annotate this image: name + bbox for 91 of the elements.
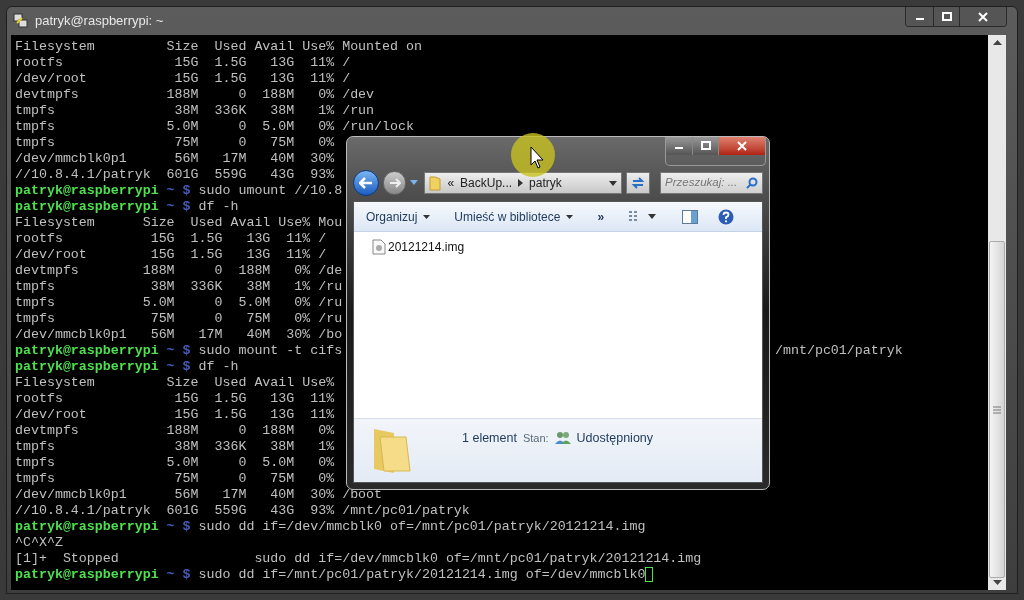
shell-prompt: patryk@raspberrypi ~ $ — [15, 519, 191, 535]
cursor-highlight-icon — [511, 133, 555, 177]
terminal-output: tmpfs 38M 336K 38M 1% — [15, 439, 335, 455]
shell-command: df -h — [197, 199, 239, 215]
terminal-output: tmpfs 38M 336K 38M 1% /run — [15, 103, 375, 119]
terminal-output: rootfs 15G 1.5G 13G 11% / — [15, 55, 351, 71]
window-title: patryk@raspberrypi: ~ — [35, 12, 164, 31]
scroll-down-icon[interactable] — [992, 580, 1002, 586]
shell-prompt: patryk@raspberrypi ~ $ — [15, 183, 191, 199]
shell-prompt: patryk@raspberrypi ~ $ — [15, 199, 191, 215]
terminal-app-icon — [13, 13, 29, 29]
terminal-output: devtmpfs 188M 0 188M 0% /dev — [15, 87, 375, 103]
terminal-output: tmpfs 5.0M 0 5.0M 0% /run/lock — [15, 119, 414, 135]
folder-icon — [429, 175, 442, 191]
shell-command: df -h — [197, 359, 239, 375]
forward-button[interactable] — [382, 171, 407, 195]
address-dropdown-icon[interactable] — [609, 180, 618, 186]
shell-prompt: patryk@raspberrypi ~ $ — [15, 359, 191, 375]
terminal-output: rootfs 15G 1.5G 13G 11% / — [15, 231, 327, 247]
search-placeholder: Przeszukaj: ... — [665, 175, 738, 191]
close-button[interactable] — [960, 7, 1006, 26]
scroll-up-icon[interactable] — [992, 39, 1002, 45]
breadcrumb-item[interactable]: patryk — [529, 174, 562, 192]
toolbar-menu-button[interactable]: Umieść w bibliotece — [454, 207, 574, 226]
back-arrow-icon — [358, 177, 373, 189]
item-count: 1 element — [462, 430, 517, 447]
view-dropdown-icon[interactable] — [648, 214, 657, 219]
status-label: Stan: — [522, 431, 549, 447]
file-icon — [372, 239, 386, 255]
terminal-output: Filesystem Size Used Avail Use% Mou — [15, 215, 343, 231]
maximize-button[interactable] — [693, 137, 719, 155]
terminal-output: ^C^X^Z — [15, 535, 63, 551]
shell-command: sudo umount //10.8 — [197, 183, 343, 199]
shell-command: sudo dd if=/dev/mmcblk0 of=/mnt/pc01/patryk/20121214.img — [197, 519, 646, 535]
terminal-output: Filesystem Size Used Avail Use% Mounted on — [15, 39, 422, 55]
forward-arrow-icon — [388, 178, 401, 188]
file-item[interactable]: 20121214.img — [372, 238, 465, 256]
breadcrumb-overflow[interactable]: « — [447, 174, 455, 192]
scrollbar[interactable] — [988, 35, 1006, 590]
search-icon[interactable] — [746, 177, 758, 189]
minimize-icon — [915, 17, 924, 20]
preview-pane-icon[interactable] — [682, 209, 699, 224]
terminal-output: tmpfs 75M 0 75M 0% — [15, 471, 335, 487]
scrollbar-thumb[interactable] — [989, 241, 1005, 578]
close-icon — [737, 141, 747, 151]
terminal-output: [1]+ Stopped sudo dd if=/dev/mmcblk0 of=/mnt/pc01/patryk/20121214.img — [15, 551, 702, 567]
search-field[interactable]: Przeszukaj: ... — [660, 172, 763, 194]
breadcrumb-item[interactable]: BackUp... — [460, 174, 513, 192]
breadcrumb-separator-icon[interactable] — [518, 179, 524, 187]
terminal-output: /dev/mmcblk0p1 56M 17M 40M 30% /boot — [15, 487, 383, 503]
terminal-output: tmpfs 75M 0 75M 0% /ru — [15, 311, 343, 327]
terminal-output: tmpfs 38M 336K 38M 1% /ru — [15, 279, 343, 295]
refresh-button[interactable] — [626, 172, 651, 194]
minimize-icon — [675, 147, 683, 149]
address-bar[interactable]: « BackUp... patryk — [424, 172, 623, 194]
close-button[interactable] — [719, 137, 765, 155]
caret-icon — [566, 214, 574, 219]
history-dropdown-icon[interactable] — [410, 180, 419, 186]
help-icon[interactable] — [718, 208, 735, 225]
terminal-output: /dev/mmcblk0p1 56M 17M 40M 30% /bo — [15, 327, 343, 343]
back-button[interactable] — [353, 170, 379, 196]
status-value: Udostępniony — [576, 430, 654, 447]
terminal-output: /mnt/pc01/patryk — [775, 343, 903, 359]
terminal-output: /dev/root 15G 1.5G 13G 11% / — [15, 247, 327, 263]
maximize-icon — [700, 141, 711, 151]
terminal-output: /dev/mmcblk0p1 56M 17M 40M 30% — [15, 151, 335, 167]
terminal-output: devtmpfs 188M 0 188M 0% /de — [15, 263, 343, 279]
minimize-button[interactable] — [906, 7, 934, 26]
refresh-icon — [631, 177, 646, 189]
shell-prompt: patryk@raspberrypi ~ $ — [15, 567, 191, 583]
terminal-output: Filesystem Size Used Avail Use% — [15, 375, 335, 391]
terminal-output: tmpfs 5.0M 0 5.0M 0% /ru — [15, 295, 343, 311]
terminal-output: /dev/root 15G 1.5G 13G 11% / — [15, 71, 351, 87]
terminal-output: //10.8.4.1/patryk 601G 559G 43G 93% /mnt/pc01/patryk — [15, 503, 470, 519]
terminal-output: tmpfs 75M 0 75M 0% — [15, 135, 335, 151]
caret-icon — [423, 214, 431, 219]
shell-command: sudo mount -t cifs — [197, 343, 343, 359]
terminal-output: //10.8.4.1/patryk 601G 559G 43G 93% — [15, 167, 335, 183]
maximize-button[interactable] — [934, 7, 960, 26]
terminal-output: /dev/root 15G 1.5G 13G 11% — [15, 407, 335, 423]
toolbar-menu-button[interactable]: Organizuj — [366, 207, 431, 226]
maximize-icon — [941, 11, 952, 22]
close-icon — [978, 11, 988, 22]
terminal-output: tmpfs 5.0M 0 5.0M 0% — [15, 455, 335, 471]
shell-prompt: patryk@raspberrypi ~ $ — [15, 343, 191, 359]
more-commands-button[interactable]: » — [597, 207, 605, 226]
terminal-output: rootfs 15G 1.5G 13G 11% — [15, 391, 335, 407]
minimize-button[interactable] — [666, 137, 693, 155]
shared-users-icon — [554, 431, 571, 446]
shell-command: sudo dd if=/mnt/pc01/patryk/20121214.img of=/dev/mmcblk0 — [197, 567, 646, 583]
terminal-output: devtmpfs 188M 0 188M 0% — [15, 423, 335, 439]
